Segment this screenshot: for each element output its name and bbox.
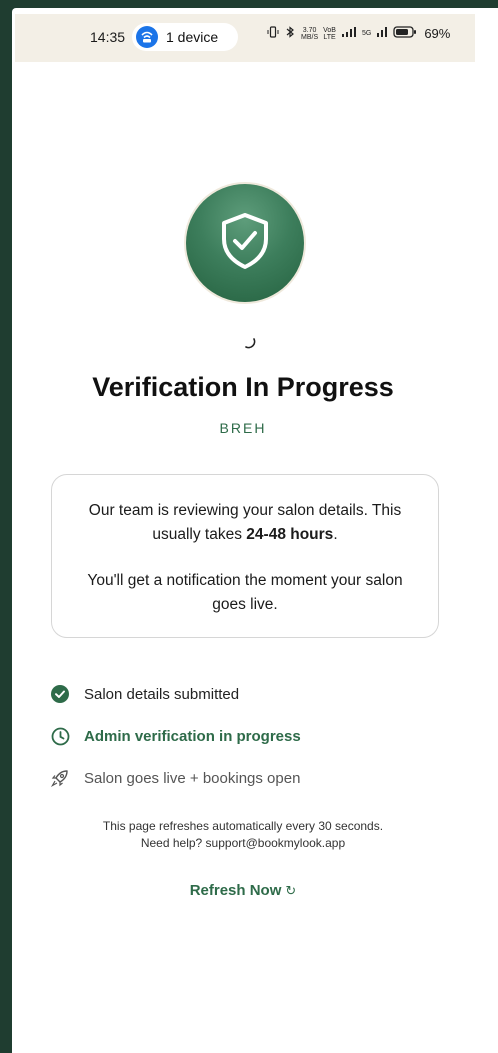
info-text-review: Our team is reviewing your salon details…	[88, 502, 402, 543]
step-go-live: Salon goes live + bookings open	[50, 768, 300, 788]
refresh-icon: ↻	[285, 883, 297, 898]
status-icons: 3.70 MB/S VoB LTE 5G 69%	[267, 26, 450, 41]
volte-indicator: VoB LTE	[323, 26, 336, 41]
turnaround-time: 24-48 hours	[246, 526, 334, 543]
device-pill-label: 1 device	[166, 29, 219, 45]
step-label: Salon details submitted	[84, 685, 240, 703]
step-label: Admin verification in progress	[84, 727, 301, 745]
network-type-label: 5G	[361, 30, 372, 37]
speed-indicator: 3.70 MB/S	[301, 26, 319, 41]
status-time: 14:35	[90, 29, 126, 45]
vibrate-icon	[267, 26, 279, 41]
page-title: Verification In Progress	[92, 372, 394, 402]
info-card: Our team is reviewing your salon details…	[51, 474, 439, 638]
support-text: Need help? support@bookmylook.app	[140, 836, 346, 850]
hotspot-icon	[136, 26, 158, 48]
refresh-now-button[interactable]: Refresh Now ↻	[190, 882, 297, 899]
battery-icon	[393, 26, 417, 41]
signal-5g-icon	[376, 26, 388, 41]
signal-icon	[341, 26, 357, 41]
device-pill[interactable]: 1 device	[132, 23, 238, 51]
battery-percent: 69%	[424, 26, 451, 41]
bluetooth-icon	[284, 26, 296, 41]
check-circle-icon	[50, 684, 70, 704]
shield-check-icon	[218, 211, 272, 276]
rocket-icon	[50, 768, 70, 788]
refresh-label: Refresh Now	[189, 882, 282, 899]
clock-icon	[50, 726, 70, 746]
step-label: Salon goes live + bookings open	[84, 769, 301, 787]
status-bar: 14:35 1 device 3.70 MB/S VoB LTE 5G 69%	[15, 14, 475, 62]
refresh-row: Refresh Now ↻	[0, 882, 486, 899]
step-submitted: Salon details submitted	[50, 684, 239, 704]
verification-badge	[186, 184, 304, 302]
auto-refresh-text: This page refreshes automatically every …	[102, 819, 384, 833]
step-admin-verification: Admin verification in progress	[50, 726, 301, 746]
salon-name: BREH	[219, 420, 267, 436]
refresh-note: This page refreshes automatically every …	[0, 818, 486, 852]
loading-spinner	[238, 330, 260, 352]
info-text-notification: You'll get a notification the moment you…	[87, 572, 403, 613]
